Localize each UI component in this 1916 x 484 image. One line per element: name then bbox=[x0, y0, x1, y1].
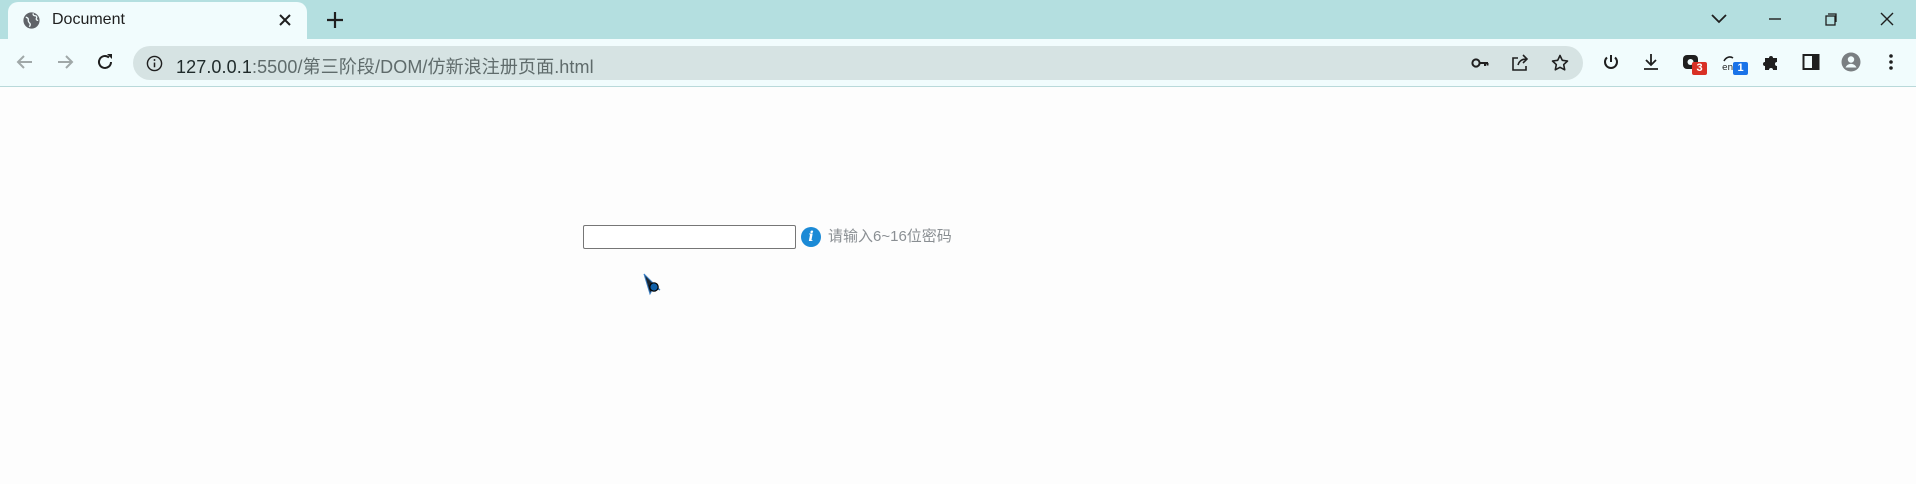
download-icon[interactable] bbox=[1636, 47, 1666, 77]
power-icon[interactable] bbox=[1596, 47, 1626, 77]
close-icon[interactable] bbox=[277, 12, 293, 28]
forward-button[interactable] bbox=[49, 46, 81, 78]
url-path: :5500/第三阶段/DOM/仿新浪注册页面.html bbox=[251, 57, 594, 77]
extension-badge-icon[interactable]: 3 bbox=[1676, 47, 1707, 77]
info-icon[interactable] bbox=[146, 55, 163, 72]
extension-badge-count: 3 bbox=[1692, 62, 1707, 75]
restore-icon[interactable] bbox=[1818, 6, 1844, 32]
profile-avatar-icon[interactable] bbox=[1836, 47, 1866, 77]
globe-icon bbox=[23, 12, 40, 29]
puzzle-icon[interactable] bbox=[1756, 47, 1786, 77]
back-button[interactable] bbox=[9, 46, 41, 78]
back-arrow-icon bbox=[16, 55, 32, 69]
url-text[interactable]: 127.0.0.1:5500/第三阶段/DOM/仿新浪注册页面.html bbox=[176, 53, 594, 79]
tab-search-icon[interactable] bbox=[1706, 6, 1732, 32]
address-bar[interactable]: 127.0.0.1:5500/第三阶段/DOM/仿新浪注册页面.html bbox=[133, 46, 1583, 80]
new-tab-icon[interactable] bbox=[325, 10, 345, 30]
tab-title: Document bbox=[52, 11, 125, 28]
page-content: i 请输入6~16位密码 bbox=[0, 87, 1916, 484]
more-menu-icon[interactable] bbox=[1876, 47, 1906, 77]
translate-badge-count: 1 bbox=[1733, 62, 1748, 75]
toolbar: 127.0.0.1:5500/第三阶段/DOM/仿新浪注册页面.html 3 e… bbox=[0, 39, 1916, 87]
tab-strip: Document bbox=[0, 0, 1916, 39]
translate-icon[interactable]: en 1 bbox=[1716, 47, 1748, 77]
share-icon[interactable] bbox=[1510, 53, 1530, 73]
reload-button[interactable] bbox=[89, 46, 121, 78]
key-icon[interactable] bbox=[1470, 53, 1490, 73]
forward-arrow-icon bbox=[58, 55, 74, 69]
close-window-icon[interactable] bbox=[1874, 6, 1900, 32]
info-hint-icon: i bbox=[801, 227, 821, 247]
password-input[interactable] bbox=[583, 225, 796, 249]
password-hint: 请输入6~16位密码 bbox=[828, 228, 952, 245]
side-panel-icon[interactable] bbox=[1796, 47, 1826, 77]
mouse-cursor-icon bbox=[643, 273, 661, 296]
svg-text:en: en bbox=[1722, 63, 1733, 72]
browser-window: Document 127.0.0.1:5500/第三阶段/DOM/仿新浪注册页面… bbox=[0, 0, 1916, 484]
tab-document[interactable]: Document bbox=[8, 2, 307, 39]
url-host: 127.0.0.1 bbox=[176, 57, 252, 77]
reload-icon bbox=[98, 54, 112, 69]
star-icon[interactable] bbox=[1550, 53, 1570, 73]
minimize-icon[interactable] bbox=[1762, 6, 1788, 32]
